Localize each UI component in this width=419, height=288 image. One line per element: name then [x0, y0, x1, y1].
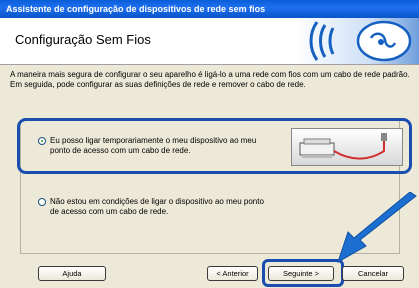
radio-button-unselected[interactable] [38, 198, 46, 206]
option-no-cable-label: Não estou em condições de ligar o dispos… [50, 197, 264, 216]
window-title: Assistente de configuração de dispositiv… [6, 4, 266, 14]
radio-button-selected[interactable] [38, 137, 46, 145]
intro-text: A maneira mais segura de configurar o se… [10, 70, 410, 89]
cancel-button[interactable]: Cancelar [342, 266, 404, 281]
option-wired-setup-label: Eu posso ligar temporariamente o meu dis… [50, 136, 257, 155]
next-button[interactable]: Seguinte > [268, 266, 334, 281]
window-title-bar: Assistente de configuração de dispositiv… [0, 0, 419, 18]
option-wired-setup[interactable]: Eu posso ligar temporariamente o meu dis… [38, 136, 274, 156]
wireless-signal-icon [295, 18, 419, 64]
wizard-header: Configuração Sem Fios [0, 18, 419, 65]
page-title: Configuração Sem Fios [15, 32, 151, 47]
help-button[interactable]: Ajuda [38, 266, 106, 281]
back-button[interactable]: < Anterior [207, 266, 258, 281]
option-no-cable[interactable]: Não estou em condições de ligar o dispos… [38, 197, 274, 217]
